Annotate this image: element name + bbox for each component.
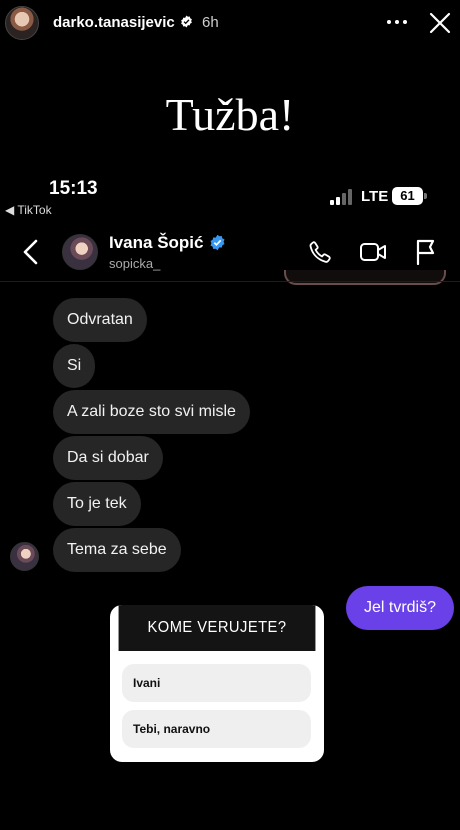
story-caption: Tužba!	[165, 89, 295, 140]
battery-icon: 61	[392, 187, 428, 205]
more-options-icon[interactable]	[387, 12, 407, 32]
verified-badge-icon	[210, 234, 225, 251]
poll-sticker: KOME VERUJETE? Ivani Tebi, naravno	[110, 605, 324, 762]
phone-call-icon[interactable]	[308, 240, 332, 264]
poll-question: KOME VERUJETE?	[118, 605, 316, 651]
story-timestamp: 6h	[202, 14, 219, 31]
battery-level: 61	[392, 187, 423, 205]
network-type: LTE	[361, 188, 389, 205]
sender-avatar[interactable]	[10, 542, 39, 571]
verified-badge-icon	[181, 15, 192, 28]
received-message[interactable]: Da si dobar	[53, 436, 163, 480]
back-to-app-link: ◀ TikTok	[5, 203, 52, 217]
received-message[interactable]: Tema za sebe	[53, 528, 181, 572]
received-message[interactable]: A zali boze sto svi misle	[53, 390, 250, 434]
previous-message-bubble	[284, 270, 446, 285]
story-username[interactable]: darko.tanasijevic	[53, 14, 175, 31]
contact-avatar[interactable]	[62, 234, 98, 270]
back-chevron-icon[interactable]	[20, 238, 42, 266]
divider	[0, 281, 460, 282]
close-icon[interactable]	[429, 12, 451, 34]
story-author-avatar[interactable]	[5, 6, 39, 40]
received-message[interactable]: To je tek	[53, 482, 141, 526]
poll-option[interactable]: Ivani	[122, 664, 311, 702]
contact-name[interactable]: Ivana Šopić	[109, 233, 203, 253]
chat-header: Ivana Šopić sopicka_	[0, 228, 460, 276]
received-message[interactable]: Odvratan	[53, 298, 147, 342]
received-message[interactable]: Si	[53, 344, 96, 388]
poll-option[interactable]: Tebi, naravno	[122, 710, 311, 748]
flag-icon[interactable]	[415, 239, 437, 265]
sent-message[interactable]: Jel tvrdiš?	[346, 586, 454, 630]
video-call-icon[interactable]	[359, 240, 387, 264]
signal-strength-icon	[330, 189, 352, 205]
contact-handle: sopicka_	[109, 256, 161, 271]
story-header: darko.tanasijevic 6h	[0, 0, 460, 48]
status-time: 15:13	[49, 178, 98, 199]
